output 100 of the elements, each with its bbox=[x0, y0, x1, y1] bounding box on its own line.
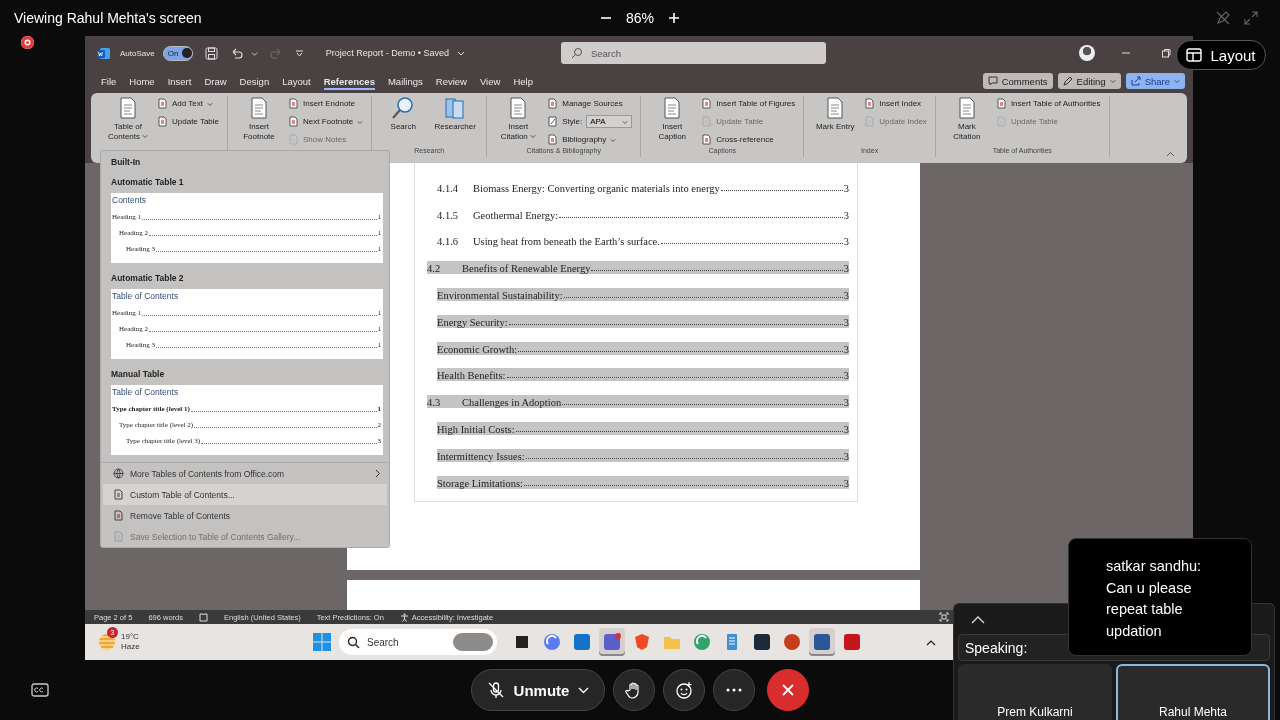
ribbon-button[interactable]: Update Table bbox=[157, 114, 219, 129]
ribbon-tab[interactable]: Help bbox=[513, 72, 533, 90]
ribbon-button[interactable]: Mark Citation bbox=[943, 96, 990, 148]
ribbon-button[interactable]: Add Text bbox=[157, 96, 219, 111]
participant-tile[interactable]: Prem Kulkarni bbox=[958, 664, 1112, 720]
ribbon-tab[interactable]: File bbox=[101, 72, 117, 90]
participant-tile[interactable]: Rahul Mehta bbox=[1116, 664, 1270, 720]
ribbon-tab[interactable]: Draw bbox=[204, 72, 227, 90]
ribbon-button[interactable]: Researcher bbox=[432, 96, 479, 148]
toc-entry[interactable]: Energy Security: 3 bbox=[437, 314, 849, 328]
toc-entry[interactable]: 4.1.5 Geothermal Energy: 3 bbox=[437, 207, 849, 221]
autosave-toggle[interactable]: On bbox=[162, 45, 193, 61]
entry-title: Geothermal Energy: bbox=[473, 209, 559, 221]
layout-button[interactable]: Layout bbox=[1176, 40, 1266, 70]
gallery-title: Automatic Table 1 bbox=[111, 177, 185, 187]
entry-title: Using heat from beneath the Earth’s surface. bbox=[473, 236, 660, 248]
preview-title: Table of Contents bbox=[112, 291, 180, 301]
page-number: 3 bbox=[843, 397, 849, 409]
ribbon-button[interactable]: Search bbox=[380, 96, 427, 148]
editing-button[interactable]: Editing bbox=[1057, 73, 1121, 89]
search-field[interactable]: Search bbox=[560, 42, 826, 64]
ribbon-button[interactable]: Bibliography bbox=[547, 132, 633, 147]
message-text: Can u please repeat table updation bbox=[1106, 578, 1193, 641]
ribbon-button[interactable]: Insert Table of Figures bbox=[701, 96, 796, 111]
style-dropdown[interactable]: APA bbox=[586, 115, 633, 128]
entry-title: Storage Limitations: bbox=[437, 477, 524, 489]
page-number: 3 bbox=[843, 182, 849, 194]
ribbon-tab[interactable]: Review bbox=[435, 72, 467, 90]
ribbon-button[interactable]: Insert Footnote bbox=[236, 96, 282, 149]
section-number: 4.1.6 bbox=[437, 236, 459, 248]
page-number: 3 bbox=[843, 316, 849, 328]
toc-entry[interactable]: Storage Limitations: 3 bbox=[437, 475, 849, 489]
comments-button[interactable]: Comments bbox=[982, 73, 1053, 89]
speaking-label: Speaking: bbox=[965, 639, 1028, 656]
toc-entry[interactable]: 4.1.4 Biomass Energy: Converting organic materials into energy 3 bbox=[437, 180, 849, 194]
page-number: 3 bbox=[843, 343, 849, 355]
page-number: 3 bbox=[843, 370, 849, 382]
ribbon-button[interactable]: Insert Endnote bbox=[288, 96, 364, 111]
gallery-title: Automatic Table 2 bbox=[111, 273, 185, 283]
ribbon-button[interactable]: Insert Citation bbox=[495, 96, 542, 148]
ribbon-tab[interactable]: Design bbox=[239, 72, 270, 90]
toc-entry[interactable]: Economic Growth: 3 bbox=[437, 341, 849, 355]
section-number: 4.1.4 bbox=[437, 182, 459, 194]
entry-title: Environmental Sustainability: bbox=[437, 290, 563, 302]
page-number: 3 bbox=[843, 209, 849, 221]
ribbon-button[interactable]: Mark Entry bbox=[812, 96, 859, 148]
page-number: 3 bbox=[843, 477, 849, 489]
ribbon-button[interactable]: Cross-reference bbox=[701, 132, 796, 147]
menu-item[interactable]: Remove Table of Contents bbox=[103, 505, 387, 526]
entry-title: Intermittency Issues: bbox=[437, 450, 525, 462]
ribbon-tab[interactable]: Insert bbox=[167, 72, 192, 90]
entry-title: Benefits of Renewable Energy bbox=[462, 263, 591, 275]
toc-entry[interactable]: 4.3 Challenges in Adoption 3 bbox=[427, 395, 849, 409]
ribbon-button[interactable]: Insert Table of Authorities bbox=[995, 96, 1101, 111]
page-number: 3 bbox=[843, 424, 849, 436]
section-number: 4.1.5 bbox=[437, 209, 459, 221]
ribbon-button[interactable]: Table of Contents bbox=[105, 96, 151, 149]
style-label: Style: bbox=[562, 117, 583, 126]
menu-item[interactable]: Custom Table of Contents... bbox=[103, 484, 387, 505]
entry-title: Energy Security: bbox=[437, 316, 508, 328]
ribbon-button[interactable]: Insert Caption bbox=[649, 96, 696, 148]
toc-entry[interactable]: Environmental Sustainability: 3 bbox=[437, 288, 849, 302]
entry-title: Health Benefits: bbox=[437, 370, 506, 382]
page-number: 3 bbox=[843, 290, 849, 302]
ribbon-tab[interactable]: View bbox=[479, 72, 501, 90]
entry-title: High Initial Costs: bbox=[437, 424, 515, 436]
section-number: 4.2 bbox=[427, 263, 442, 275]
share-button[interactable]: Share bbox=[1125, 73, 1185, 89]
viewing-title: Viewing Rahul Mehta's screen bbox=[14, 10, 203, 26]
entry-title: Biomass Energy: Converting organic materials into energy bbox=[473, 182, 720, 194]
participant-name: Rahul Mehta bbox=[1158, 705, 1227, 719]
autosave-label: AutoSave bbox=[120, 48, 155, 58]
menu-heading: Built-In bbox=[111, 157, 142, 167]
section-number: 4.3 bbox=[427, 397, 442, 409]
ribbon-button[interactable]: Manage Sources bbox=[547, 96, 633, 111]
weather-condition: Haze bbox=[121, 642, 140, 652]
toc-entry[interactable]: Intermittency Issues: 3 bbox=[437, 448, 849, 462]
ribbon-tab[interactable]: Mailings bbox=[387, 72, 423, 90]
toc-entry[interactable]: Health Benefits: 3 bbox=[437, 368, 849, 382]
ribbon-tab[interactable]: References bbox=[323, 72, 375, 90]
toc-entry[interactable]: High Initial Costs: 3 bbox=[437, 422, 849, 436]
toc-entry[interactable]: 4.1.6 Using heat from beneath the Earth’s surface. 3 bbox=[437, 234, 849, 248]
preview-title: Table of Contents bbox=[112, 387, 180, 397]
menu-item[interactable]: More Tables of Contents from Office.com bbox=[103, 463, 387, 484]
page-number: 3 bbox=[843, 450, 849, 462]
ribbon-button[interactable]: Next Footnote bbox=[288, 114, 364, 129]
entry-title: Challenges in Adoption bbox=[462, 397, 562, 409]
zoom-level: 86% bbox=[626, 10, 654, 26]
ribbon-tab[interactable]: Layout bbox=[282, 72, 311, 90]
temperature: 19°C bbox=[121, 632, 140, 642]
ribbon-tab[interactable]: Home bbox=[129, 72, 155, 90]
entry-title: Economic Growth: bbox=[437, 343, 518, 355]
message-author: satkar sandhu: bbox=[1106, 557, 1203, 576]
page-number: 3 bbox=[843, 236, 849, 248]
preview-title: Contents bbox=[112, 195, 148, 205]
ribbon-button[interactable]: Insert Index bbox=[864, 96, 927, 111]
toc-entry[interactable]: 4.2 Benefits of Renewable Energy 3 bbox=[427, 261, 849, 275]
unmute-button[interactable]: Unmute bbox=[471, 669, 605, 711]
page-number: 3 bbox=[843, 263, 849, 275]
document-title[interactable]: Project Report - Demo • Saved bbox=[325, 48, 449, 58]
